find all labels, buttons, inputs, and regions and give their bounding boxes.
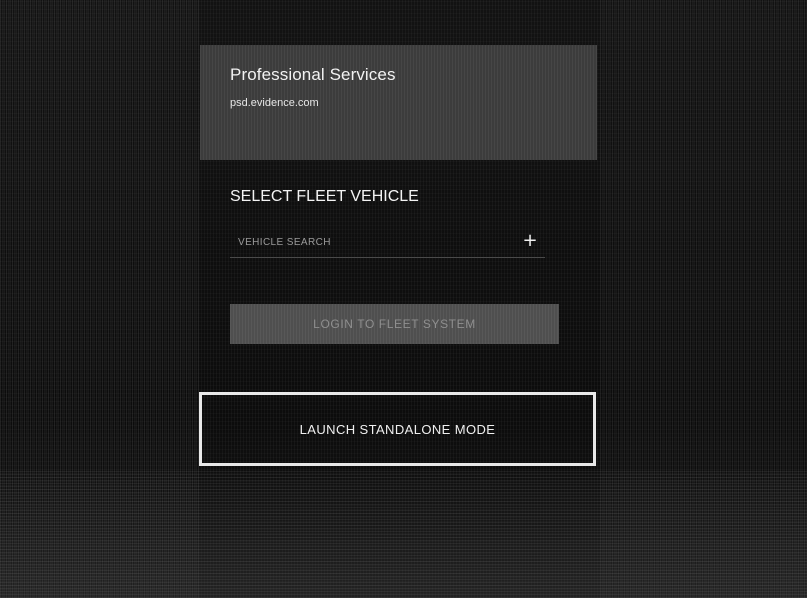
login-fleet-button[interactable]: LOGIN TO FLEET SYSTEM [230,304,559,344]
vehicle-search-input[interactable] [230,232,518,252]
app-screen: Professional Services psd.evidence.com S… [0,0,807,598]
background-noise-bottom [0,470,807,598]
launch-standalone-button[interactable]: LAUNCH STANDALONE MODE [199,392,596,466]
agency-name: Professional Services [230,65,396,84]
background-noise-left [0,0,200,598]
agency-card: Professional Services psd.evidence.com [200,45,597,160]
add-vehicle-button[interactable]: + [519,230,541,252]
agency-domain: psd.evidence.com [230,97,319,109]
background-noise-right [600,0,807,598]
fleet-section-title: SELECT FLEET VEHICLE [230,188,419,205]
vehicle-search-row: + [230,228,545,258]
